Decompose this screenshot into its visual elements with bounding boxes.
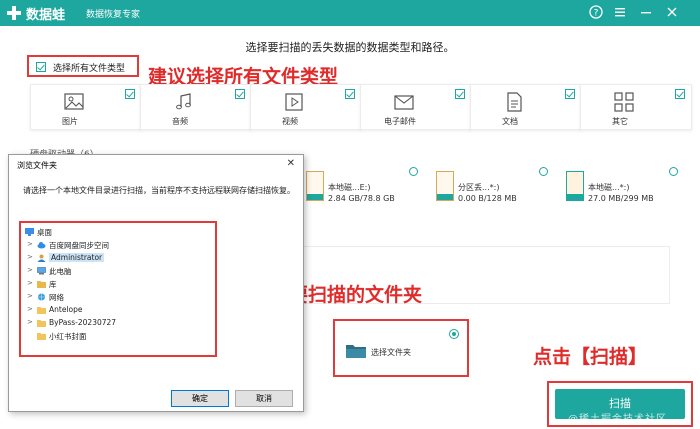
file-type-other[interactable]: 其它: [580, 84, 692, 130]
select-all-checkbox[interactable]: 选择所有文件类型: [27, 55, 139, 77]
audio-icon: [176, 93, 191, 110]
expand-arrow-icon[interactable]: >: [27, 253, 33, 261]
image-icon: [64, 93, 84, 110]
folder-icon: [37, 333, 46, 340]
cancel-button[interactable]: 取消: [235, 390, 293, 407]
other-checkbox[interactable]: [675, 89, 685, 99]
watermark: @稀土掘金技术社区: [568, 414, 667, 425]
drive-item[interactable]: 本地磁...E:) 2.84 GB/78.8 GB: [302, 163, 422, 209]
file-type-document[interactable]: 文档: [470, 84, 582, 130]
choose-folder-label: 选择文件夹: [371, 348, 411, 357]
image-checkbox[interactable]: [125, 89, 135, 99]
select-all-label: 选择所有文件类型: [53, 64, 126, 74]
drive-icon: [566, 171, 584, 201]
file-type-video[interactable]: 视频: [250, 84, 362, 130]
drive-icon: [306, 171, 324, 201]
library-icon: [37, 281, 46, 288]
folder-tree: 桌面 > 百度网盘同步空间 > Administrator > 此电脑 > 库 …: [19, 221, 217, 357]
expand-arrow-icon[interactable]: >: [27, 292, 33, 300]
app-name: 数据蛙: [26, 8, 66, 23]
drive-name: 本地磁...*:): [588, 183, 630, 192]
close-icon[interactable]: [664, 5, 680, 21]
svg-text:?: ?: [594, 9, 599, 19]
file-type-label: 其它: [612, 117, 628, 126]
browse-folder-dialog: 浏览文件夹 ✕ 请选择一个本地文件目录进行扫描，当前程序不支持远程联网存储扫描恢…: [8, 154, 304, 412]
help-icon[interactable]: ?: [588, 5, 604, 21]
network-icon: [38, 293, 45, 301]
dialog-description: 请选择一个本地文件目录进行扫描，当前程序不支持远程联网存储扫描恢复。: [23, 186, 295, 195]
expand-arrow-icon[interactable]: >: [27, 240, 33, 248]
file-type-label: 电子邮件: [384, 117, 416, 126]
folder-icon: [37, 307, 46, 314]
file-type-image[interactable]: 图片: [30, 84, 142, 130]
cloud-icon: [37, 242, 46, 249]
video-checkbox[interactable]: [345, 89, 355, 99]
folder-icon: [346, 345, 366, 358]
choose-folder-radio[interactable]: [449, 329, 459, 339]
choose-folder-card[interactable]: 选择文件夹: [333, 319, 469, 377]
expand-arrow-icon[interactable]: >: [27, 266, 33, 274]
document-checkbox[interactable]: [565, 89, 575, 99]
drive-size: 2.84 GB/78.8 GB: [328, 194, 395, 203]
email-icon: [394, 95, 414, 110]
title-bar: 数据蛙 数据恢复专家 ?: [0, 0, 700, 26]
user-icon: [37, 254, 46, 262]
drive-radio[interactable]: [539, 167, 548, 176]
computer-icon: [37, 267, 46, 275]
other-icon: [614, 92, 634, 112]
file-type-email[interactable]: 电子邮件: [360, 84, 472, 130]
dialog-close-icon[interactable]: ✕: [287, 158, 295, 169]
email-checkbox[interactable]: [455, 89, 465, 99]
folder-icon: [37, 320, 46, 327]
drive-name: 本地磁...E:): [328, 183, 371, 192]
drive-item[interactable]: 本地磁...*:) 27.0 MB/299 MB: [562, 163, 682, 209]
drive-item[interactable]: 分区丢...*:) 0.00 B/128 MB: [432, 163, 552, 209]
audio-checkbox[interactable]: [235, 89, 245, 99]
ok-button[interactable]: 确定: [171, 390, 229, 407]
expand-arrow-icon[interactable]: >: [27, 279, 33, 287]
expand-arrow-icon[interactable]: >: [27, 318, 33, 326]
file-type-audio[interactable]: 音频: [140, 84, 252, 130]
desktop-icon: [25, 228, 34, 236]
menu-icon[interactable]: [612, 5, 628, 21]
file-type-label: 文档: [502, 117, 518, 126]
drive-name: 分区丢...*:): [458, 183, 500, 192]
page-prompt: 选择要扫描的丢失数据的数据类型和路径。: [245, 41, 455, 54]
drive-icon: [436, 171, 454, 201]
app-logo-icon: [7, 6, 21, 20]
dialog-title: 浏览文件夹: [17, 161, 57, 170]
drive-radio[interactable]: [669, 167, 678, 176]
app-subtitle: 数据恢复专家: [86, 10, 141, 20]
document-icon: [507, 92, 522, 112]
annotation-scan: 点击【扫描】: [533, 346, 648, 368]
drive-radio[interactable]: [409, 167, 418, 176]
file-type-label: 视频: [282, 117, 298, 126]
drive-size: 0.00 B/128 MB: [458, 194, 517, 203]
drive-size: 27.0 MB/299 MB: [588, 194, 654, 203]
file-type-label: 图片: [62, 117, 78, 126]
video-icon: [285, 93, 303, 111]
file-type-label: 音频: [172, 117, 188, 126]
minimize-icon[interactable]: [638, 5, 654, 21]
select-all-check-icon: [36, 62, 46, 72]
expand-arrow-icon[interactable]: >: [27, 305, 33, 313]
